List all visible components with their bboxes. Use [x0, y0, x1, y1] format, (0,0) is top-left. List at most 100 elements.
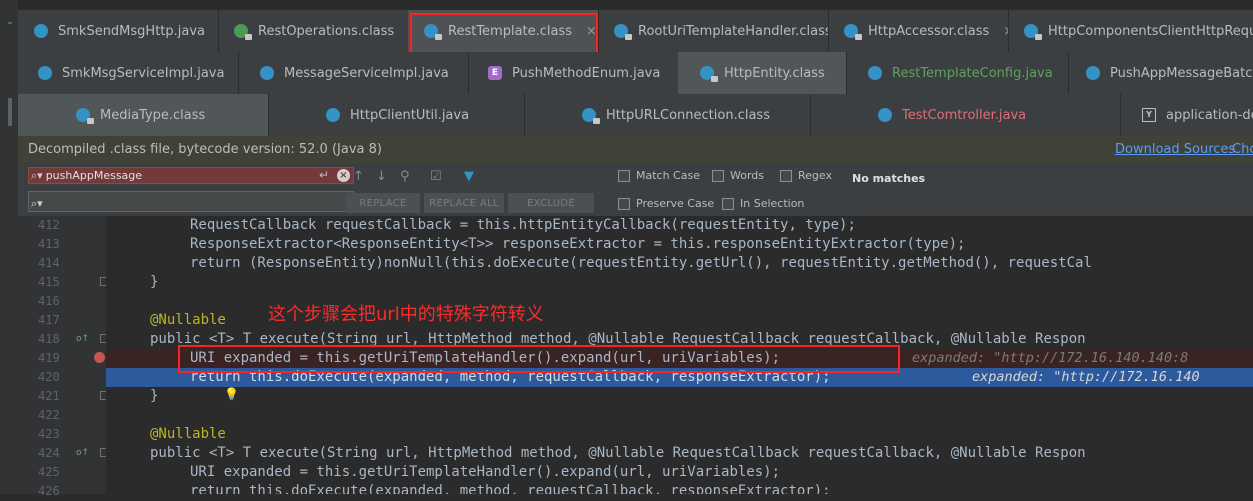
previous-occurrence-icon[interactable]: ↑ [353, 169, 364, 184]
enum-icon: E [488, 66, 502, 80]
tab-pushmethodenum[interactable]: E PushMethodEnum.java [468, 52, 679, 94]
tab-httpurlconnection[interactable]: HttpURLConnection.class [524, 94, 811, 136]
inline-debug-value: expanded: "http://172.16.140 [972, 369, 1200, 385]
find-all-icon[interactable]: ⚲ [400, 169, 410, 184]
code-line: } [106, 273, 1253, 292]
in-selection-label: In Selection [740, 197, 805, 210]
annotation-note: 这个步骤会把url中的特殊字符转义 [268, 304, 544, 325]
tab-label: PushAppMessageBatchH [1110, 65, 1253, 81]
code-text: @Nullable [150, 312, 226, 328]
lightbulb-icon[interactable]: 💡 [224, 387, 239, 401]
line-number: 426 [38, 484, 60, 498]
line-number: 423 [38, 427, 60, 441]
class-icon [260, 66, 274, 80]
tab-label: PushMethodEnum.java [512, 65, 661, 81]
code-line: } [106, 387, 1253, 406]
replace-all-button[interactable]: REPLACE ALL [424, 193, 504, 213]
find-replace-bar: ⌕▾ pushAppMessage ↵ × ⌕▾ ↑ ↓ ⚲ ☑ ▼ REPLA… [18, 163, 1253, 216]
tab-resttemplateconfig[interactable]: RestTemplateConfig.java [846, 52, 1069, 94]
tab-httpentity[interactable]: HttpEntity.class [678, 52, 847, 94]
tab-label: SmkMsgServiceImpl.java [62, 65, 225, 81]
line-number: 420 [38, 370, 60, 384]
decompiled-info-text: Decompiled .class file, bytecode version… [28, 142, 382, 157]
next-occurrence-icon[interactable]: ↓ [376, 169, 387, 184]
editor-tabs-row-1: SmkSendMsgHttp.java × RestOperations.cla… [18, 10, 1253, 53]
download-sources-link[interactable]: Download Sources [1115, 142, 1235, 157]
code-line: public <T> T execute(String url, HttpMet… [106, 444, 1253, 463]
preserve-case-checkbox[interactable]: Preserve Case [618, 197, 714, 210]
in-selection-checkbox[interactable]: In Selection [722, 197, 804, 210]
implements-method-icon[interactable]: o↑ [76, 334, 89, 344]
code-text: return (ResponseEntity)nonNull(this.doEx… [190, 255, 1092, 271]
interface-icon [234, 24, 252, 40]
tab-httpclientutil[interactable]: HttpClientUtil.java [268, 94, 525, 136]
tab-messageserviceimpl[interactable]: MessageServiceImpl.java [238, 52, 469, 94]
class-icon [1024, 24, 1042, 40]
code-text: URI expanded = this.getUriTemplateHandle… [190, 464, 781, 480]
line-number: 414 [38, 256, 60, 270]
class-icon [34, 24, 48, 38]
code-text: public <T> T execute(String url, HttpMet… [150, 445, 1086, 461]
tab-label: HttpURLConnection.class [606, 107, 770, 123]
tab-httpaccessor[interactable]: HttpAccessor.class × [828, 10, 1009, 52]
search-icon: ⌕▾ [31, 197, 43, 210]
tab-label: SmkSendMsgHttp.java [58, 23, 206, 39]
tab-label: HttpEntity.class [724, 65, 825, 81]
regex-label: Regex [798, 169, 832, 182]
choose-sources-link[interactable]: Cho [1232, 142, 1253, 157]
replace-input[interactable]: ⌕▾ [28, 191, 354, 212]
tab-label: MediaType.class [100, 107, 206, 123]
left-tool-strip [0, 0, 19, 494]
editor-tabs-row-3: MediaType.class HttpClientUtil.java Http… [18, 94, 1253, 137]
filter-icon[interactable]: ▼ [464, 169, 474, 184]
replace-button[interactable]: REPLACE [346, 193, 420, 213]
line-number: 412 [38, 218, 60, 232]
search-status: No matches [852, 172, 926, 185]
breakpoint-icon[interactable] [94, 352, 105, 363]
tab-restoperations[interactable]: RestOperations.class × [218, 10, 409, 52]
match-case-label: Match Case [636, 169, 700, 182]
tab-rooturitemplatehandler[interactable]: RootUriTemplateHandler.class × [598, 10, 829, 52]
class-icon [38, 66, 52, 80]
tab-application-yml[interactable]: Y application-de [1120, 94, 1253, 136]
yml-icon: Y [1142, 108, 1156, 122]
tab-label: TestComtroller.java [902, 107, 1027, 123]
strip-scroll-thumb[interactable] [8, 98, 12, 126]
tab-httpcomponentsclient[interactable]: HttpComponentsClientHttpRequest [1008, 10, 1253, 52]
search-input[interactable]: ⌕▾ pushAppMessage ↵ × [28, 167, 354, 184]
code-text: } [150, 388, 159, 404]
annotation-box-code [178, 345, 900, 373]
implements-method-icon[interactable]: o↑ [76, 448, 89, 458]
tab-smkmsgserviceimpl[interactable]: SmkMsgServiceImpl.java [18, 52, 239, 94]
words-checkbox[interactable]: Words [712, 169, 764, 182]
tab-label: RestTemplateConfig.java [892, 65, 1053, 81]
preserve-case-label: Preserve Case [636, 197, 715, 210]
regex-checkbox[interactable]: Regex [780, 169, 832, 182]
tab-smksendmsghttp[interactable]: SmkSendMsgHttp.java × [18, 10, 219, 52]
tab-pushappmessagebatch[interactable]: PushAppMessageBatchH [1068, 52, 1253, 94]
exclude-button[interactable]: EXCLUDE [508, 193, 594, 213]
class-icon [614, 24, 632, 40]
inline-debug-value: expanded: "http://172.16.140.140:8 [912, 350, 1189, 366]
line-number-gutter[interactable]: 412 413 414 415 416 417 418 419 420 421 … [18, 216, 109, 498]
line-number: 416 [38, 294, 60, 308]
words-label: Words [730, 169, 765, 182]
tab-testcomtroller[interactable]: TestComtroller.java [810, 94, 1121, 136]
code-line: @Nullable [106, 425, 1253, 444]
class-icon [700, 66, 718, 82]
code-text: RequestCallback requestCallback = this.h… [190, 217, 856, 233]
line-number: 415 [38, 275, 60, 289]
line-number: 419 [38, 351, 60, 365]
class-icon [868, 66, 882, 80]
strip-marker [8, 22, 12, 24]
class-icon [878, 108, 892, 122]
line-number: 422 [38, 408, 60, 422]
clear-icon[interactable]: × [337, 169, 350, 182]
class-icon [1086, 66, 1100, 80]
decompiled-info-bar: Decompiled .class file, bytecode version… [18, 136, 1253, 163]
tab-mediatype[interactable]: MediaType.class [18, 94, 269, 136]
match-case-checkbox[interactable]: Match Case [618, 169, 700, 182]
select-all-occurrences-icon[interactable]: ☑ [430, 169, 442, 184]
new-line-icon[interactable]: ↵ [319, 168, 329, 182]
